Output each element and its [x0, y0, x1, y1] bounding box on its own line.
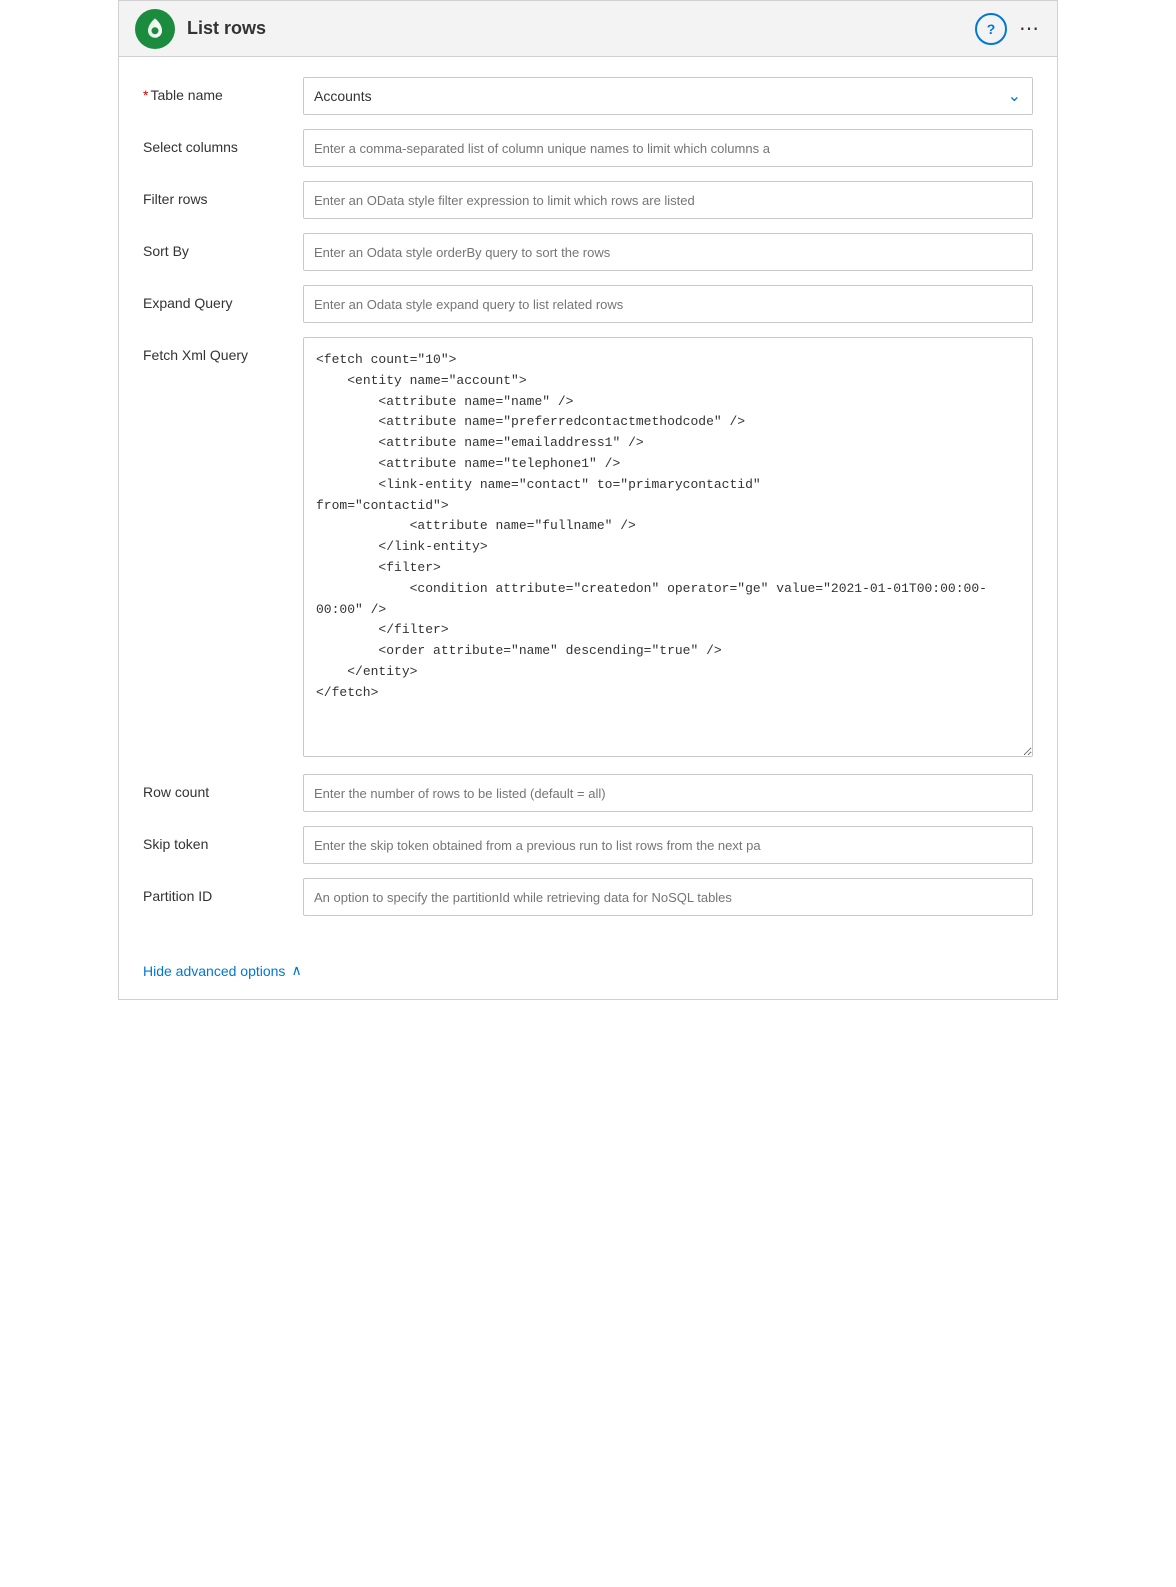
expand-query-field [303, 285, 1033, 323]
select-columns-input[interactable] [303, 129, 1033, 167]
row-count-label: Row count [143, 774, 303, 800]
skip-token-label: Skip token [143, 826, 303, 852]
logo-svg [141, 15, 169, 43]
select-columns-label: Select columns [143, 129, 303, 155]
sort-by-input[interactable] [303, 233, 1033, 271]
skip-token-row: Skip token [143, 826, 1033, 866]
row-count-input[interactable] [303, 774, 1033, 812]
hide-advanced-button[interactable]: Hide advanced options [143, 963, 285, 979]
expand-query-input[interactable] [303, 285, 1033, 323]
table-name-field: Accounts ⌄ [303, 77, 1033, 115]
table-name-dropdown[interactable]: Accounts ⌄ [303, 77, 1033, 115]
fetch-xml-row: Fetch Xml Query [143, 337, 1033, 762]
help-button[interactable]: ? [975, 13, 1007, 45]
partition-id-label: Partition ID [143, 878, 303, 904]
filter-rows-row: Filter rows [143, 181, 1033, 221]
form-body: *Table name Accounts ⌄ Select columns Fi… [119, 57, 1057, 950]
app-container: List rows ? ⋯ *Table name Accounts ⌄ [118, 0, 1058, 1000]
sort-by-row: Sort By [143, 233, 1033, 273]
header-left: List rows [135, 9, 266, 49]
row-count-field [303, 774, 1033, 812]
skip-token-input[interactable] [303, 826, 1033, 864]
more-options-button[interactable]: ⋯ [1019, 16, 1041, 41]
filter-rows-field [303, 181, 1033, 219]
hide-advanced-section: Hide advanced options ∧ [119, 950, 1057, 999]
partition-id-input[interactable] [303, 878, 1033, 916]
partition-id-row: Partition ID [143, 878, 1033, 918]
expand-query-row: Expand Query [143, 285, 1033, 325]
sort-by-field [303, 233, 1033, 271]
required-star: * [143, 87, 148, 103]
filter-rows-label: Filter rows [143, 181, 303, 207]
chevron-up-icon: ∧ [291, 962, 301, 979]
more-icon: ⋯ [1019, 18, 1041, 40]
header: List rows ? ⋯ [119, 1, 1057, 57]
table-name-label: *Table name [143, 77, 303, 103]
row-count-row: Row count [143, 774, 1033, 814]
header-actions: ? ⋯ [975, 13, 1041, 45]
app-logo [135, 9, 175, 49]
fetch-xml-label: Fetch Xml Query [143, 337, 303, 363]
help-icon: ? [987, 21, 996, 37]
partition-id-field [303, 878, 1033, 916]
sort-by-label: Sort By [143, 233, 303, 259]
fetch-xml-field [303, 337, 1033, 762]
fetch-xml-textarea[interactable] [303, 337, 1033, 757]
expand-query-label: Expand Query [143, 285, 303, 311]
table-name-select[interactable]: Accounts [303, 77, 1033, 115]
filter-rows-input[interactable] [303, 181, 1033, 219]
select-columns-field [303, 129, 1033, 167]
table-name-row: *Table name Accounts ⌄ [143, 77, 1033, 117]
skip-token-field [303, 826, 1033, 864]
header-title: List rows [187, 18, 266, 39]
select-columns-row: Select columns [143, 129, 1033, 169]
